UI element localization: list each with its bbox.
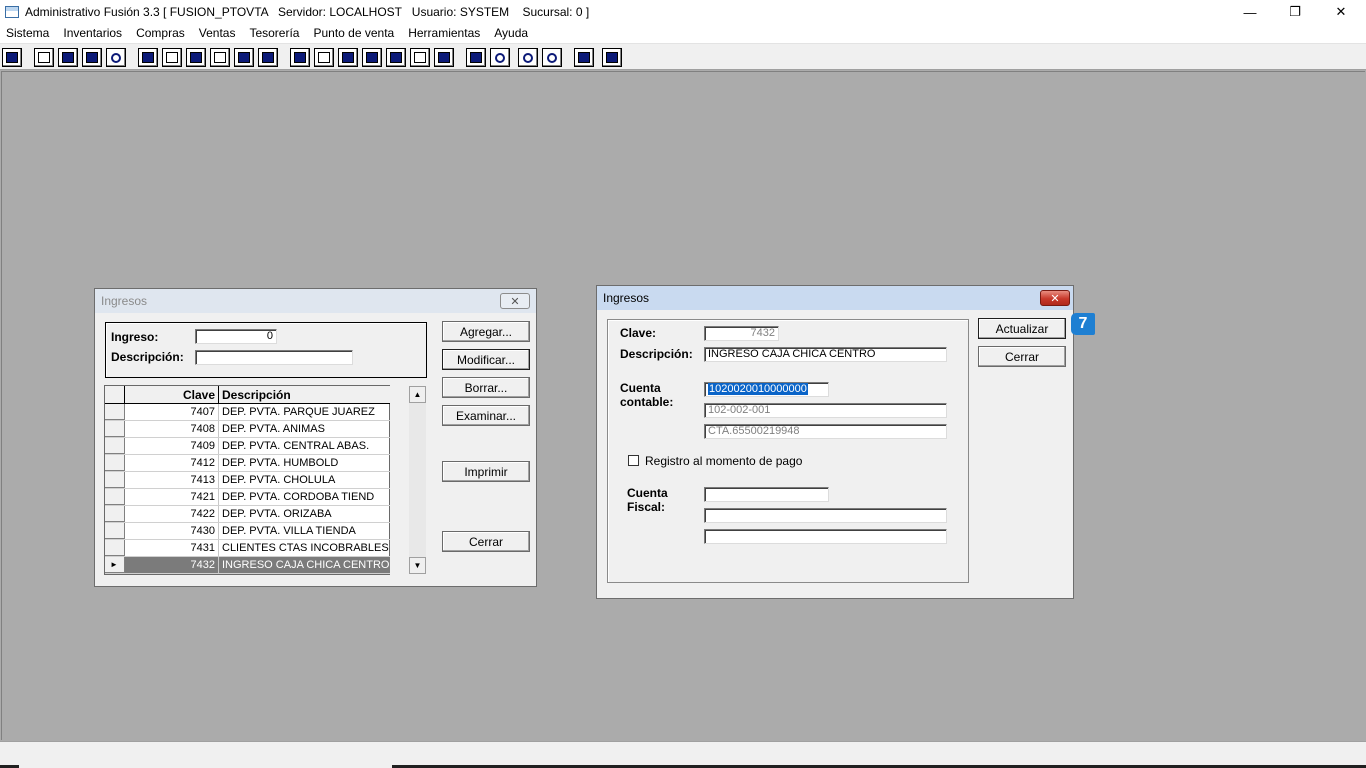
registro-checkbox[interactable] — [628, 455, 639, 466]
cuenta-contable-code: 102-002-001 — [704, 403, 947, 418]
clave-field: 7432 — [704, 326, 779, 341]
modificar-button[interactable]: Modificar... — [442, 349, 530, 370]
agregar-button[interactable]: Agregar... — [442, 321, 530, 342]
clave-label: Clave: — [620, 326, 657, 340]
calculator-icon[interactable] — [2, 48, 22, 67]
dollar-icon[interactable] — [386, 48, 406, 67]
step-badge: 7 — [1071, 313, 1095, 335]
grid-header: Clave Descripción — [105, 386, 390, 404]
menu-compras[interactable]: Compras — [129, 24, 192, 43]
scroll-up-icon[interactable]: ▲ — [409, 386, 426, 403]
menu-ventas[interactable]: Ventas — [192, 24, 243, 43]
actualizar-button[interactable]: Actualizar — [978, 318, 1066, 339]
registro-label: Registro al momento de pago — [645, 454, 803, 468]
people-icon[interactable] — [290, 48, 310, 67]
table-row[interactable]: 7430 DEP. PVTA. VILLA TIENDA — [105, 523, 390, 540]
ingreso-input[interactable]: 0 — [195, 329, 277, 344]
window-title: Administrativo Fusión 3.3 [ FUSION_PTOVT… — [25, 5, 590, 19]
menu-inventarios[interactable]: Inventarios — [56, 24, 129, 43]
table-row[interactable]: 7421 DEP. PVTA. CORDOBA TIEND — [105, 489, 390, 506]
grid-header-indicator — [105, 386, 125, 403]
help-icon[interactable] — [602, 48, 622, 67]
scroll-down-icon[interactable]: ▼ — [409, 557, 426, 574]
close-icon[interactable]: ✕ — [1318, 0, 1364, 24]
descripcion-input[interactable] — [195, 350, 353, 365]
folder-icon[interactable] — [162, 48, 182, 67]
toolbar — [0, 43, 1366, 70]
dialog-title-bar: Ingresos — [597, 286, 1073, 310]
cerrar-list-button[interactable]: Cerrar — [442, 531, 530, 552]
clipboard-icon[interactable] — [58, 48, 78, 67]
descripcion-field[interactable]: INGRESO CAJA CHICA CENTRO — [704, 347, 947, 362]
grid-scrollbar[interactable]: ▲ ▼ — [409, 386, 426, 574]
cuenta-contable-label-2: contable: — [620, 395, 674, 409]
table-row[interactable]: 7409 DEP. PVTA. CENTRAL ABAS. — [105, 438, 390, 455]
close-icon[interactable]: ✕ — [500, 293, 530, 309]
ingreso-label: Ingreso: — [111, 330, 159, 344]
descripcion-label: Descripción: — [111, 350, 184, 364]
menu-tesoreria[interactable]: Tesorería — [242, 24, 306, 43]
table-row[interactable]: 7431 CLIENTES CTAS INCOBRABLES — [105, 540, 390, 557]
zoom-icon[interactable] — [106, 48, 126, 67]
cuenta-contable-input[interactable]: 1020020010000000 — [704, 382, 829, 397]
table-row-selected[interactable]: ► 7432 INGRESO CAJA CHICA CENTRO — [105, 557, 390, 574]
borrar-button[interactable]: Borrar... — [442, 377, 530, 398]
ingresos-grid[interactable]: Clave Descripción 7407 DEP. PVTA. PARQUE … — [104, 385, 390, 575]
table-row[interactable]: 7413 DEP. PVTA. CHOLULA — [105, 472, 390, 489]
menu-bar: Sistema Inventarios Compras Ventas Tesor… — [0, 24, 1366, 43]
column-header-clave[interactable]: Clave — [125, 386, 219, 403]
close-icon[interactable]: ✕ — [1040, 290, 1070, 306]
menu-punto-de-venta[interactable]: Punto de venta — [306, 24, 401, 43]
dialog-title: Ingresos — [101, 294, 148, 308]
table-row[interactable]: 7408 DEP. PVTA. ANIMAS — [105, 421, 390, 438]
table-row[interactable]: 7412 DEP. PVTA. HUMBOLD — [105, 455, 390, 472]
descripcion-label: Descripción: — [620, 347, 693, 361]
back-icon[interactable] — [574, 48, 594, 67]
document-icon[interactable] — [234, 48, 254, 67]
table-icon[interactable] — [434, 48, 454, 67]
user-icon[interactable] — [138, 48, 158, 67]
current-row-icon: ► — [105, 557, 125, 573]
copy-icon[interactable] — [34, 48, 54, 67]
report-icon[interactable] — [410, 48, 430, 67]
table-row[interactable]: 7422 DEP. PVTA. ORIZABA — [105, 506, 390, 523]
cerrar-edit-button[interactable]: Cerrar — [978, 346, 1066, 367]
menu-sistema[interactable]: Sistema — [0, 24, 56, 43]
ingresos-list-dialog: Ingresos ✕ Ingreso: 0 Descripción: Clave… — [94, 288, 537, 587]
window-title-bar: Administrativo Fusión 3.3 [ FUSION_PTOVT… — [0, 0, 1366, 24]
add-icon[interactable] — [362, 48, 382, 67]
transfer-icon[interactable] — [82, 48, 102, 67]
undo-icon[interactable] — [542, 48, 562, 67]
refresh-icon[interactable] — [518, 48, 538, 67]
status-bar — [0, 741, 1366, 768]
send-icon[interactable] — [338, 48, 358, 67]
card-icon[interactable] — [314, 48, 334, 67]
cuenta-fiscal-code — [704, 508, 947, 523]
restore-icon[interactable]: ❐ — [1272, 0, 1318, 24]
app-icon — [5, 6, 19, 18]
dialog-title: Ingresos — [603, 291, 650, 305]
cuenta-fiscal-input[interactable] — [704, 487, 829, 502]
list-icon[interactable] — [258, 48, 278, 67]
cuenta-contable-label: Cuenta — [620, 381, 661, 395]
table-row[interactable]: 7407 DEP. PVTA. PARQUE JUAREZ — [105, 404, 390, 421]
minimize-icon[interactable]: — — [1227, 0, 1273, 24]
menu-ayuda[interactable]: Ayuda — [487, 24, 535, 43]
search-icon[interactable] — [490, 48, 510, 67]
column-header-descripcion[interactable]: Descripción — [219, 386, 390, 403]
cuenta-fiscal-label: Cuenta — [627, 486, 668, 500]
menu-herramientas[interactable]: Herramientas — [401, 24, 487, 43]
dialog-title-bar: Ingresos — [95, 289, 536, 313]
print-icon[interactable] — [210, 48, 230, 67]
imprimir-button[interactable]: Imprimir — [442, 461, 530, 482]
cuenta-fiscal-label-2: Fiscal: — [627, 500, 666, 514]
cuenta-fiscal-name — [704, 529, 947, 544]
cuenta-contable-name: CTA.65500219948 — [704, 424, 947, 439]
ingresos-edit-dialog: Ingresos ✕ Clave: 7432 Descripción: INGR… — [596, 285, 1074, 599]
examinar-button[interactable]: Examinar... — [442, 405, 530, 426]
export-icon[interactable] — [186, 48, 206, 67]
home-icon[interactable] — [466, 48, 486, 67]
